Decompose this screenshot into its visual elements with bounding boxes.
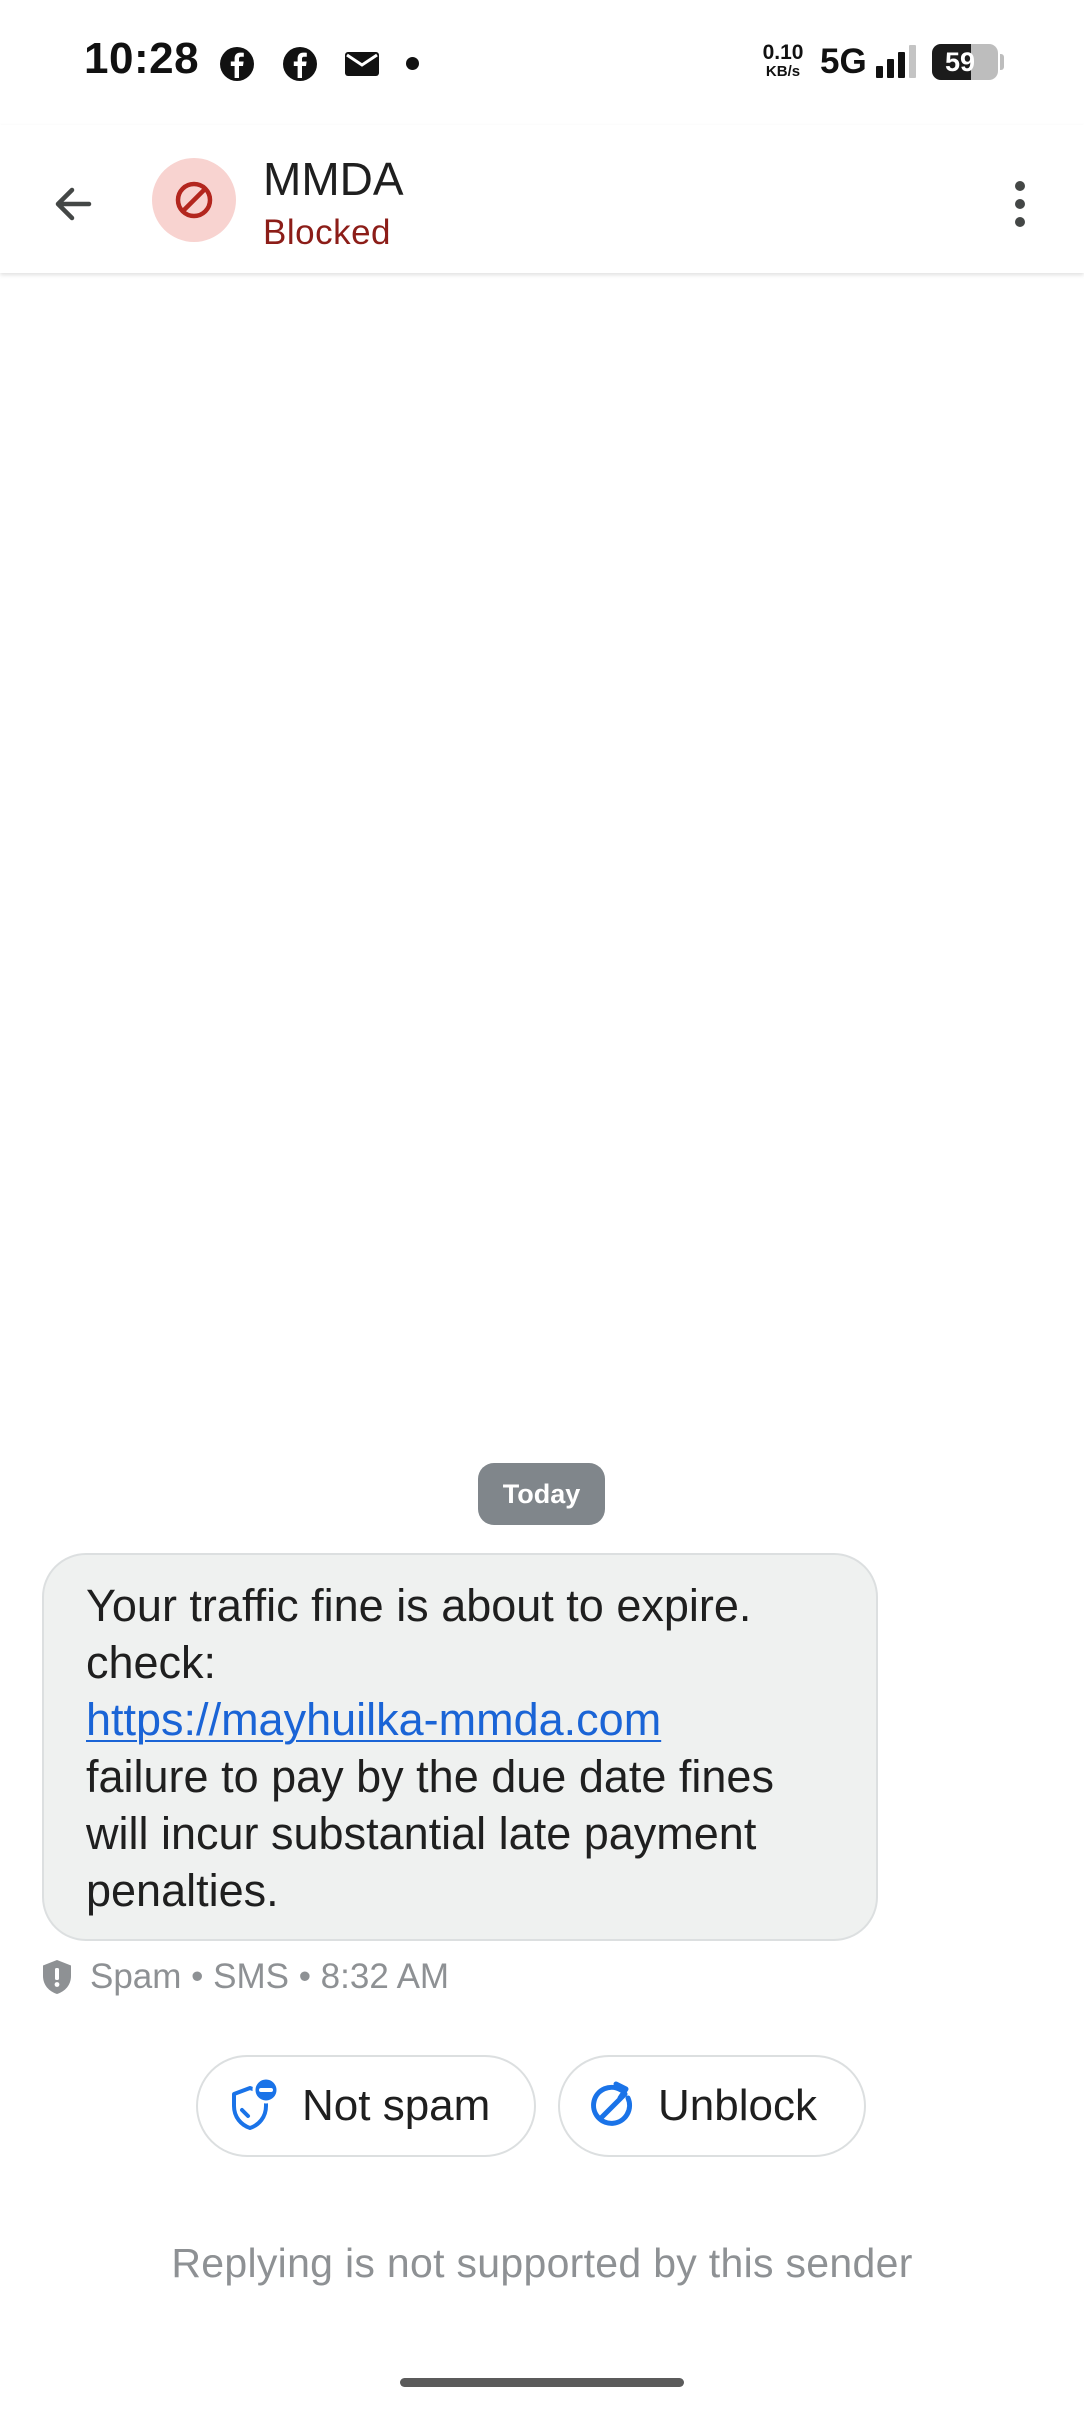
- message-text-after-link: failure to pay by the due date fines wil…: [86, 1751, 774, 1916]
- spam-shield-icon: [43, 1960, 71, 1994]
- avatar[interactable]: [152, 158, 236, 242]
- message-text-before-link: Your traffic fine is about to expire. ch…: [86, 1580, 752, 1688]
- network-speed-value: 0.10: [762, 41, 804, 64]
- unblock-icon: [591, 2081, 633, 2126]
- app-bar: MMDA Blocked: [0, 125, 1084, 273]
- signal-icon: [876, 45, 916, 78]
- status-bar: 10:28 0.10 KB/s 5G 59: [0, 0, 1084, 125]
- network-type: 5G: [820, 42, 867, 81]
- reply-not-supported-note: Replying is not supported by this sender: [171, 2240, 913, 2286]
- more-options-button[interactable]: [990, 169, 1050, 239]
- battery-tip: [1000, 54, 1004, 70]
- battery-level: 59: [944, 47, 976, 77]
- date-divider: Today: [478, 1463, 605, 1525]
- more-vert-icon: [1015, 181, 1025, 227]
- message-meta-text: Spam • SMS • 8:32 AM: [90, 1957, 450, 1996]
- message-text: Your traffic fine is about to expire. ch…: [86, 1577, 836, 1919]
- blocked-icon: [175, 181, 213, 219]
- contact-status: Blocked: [263, 213, 392, 252]
- unblock-button[interactable]: Unblock: [558, 2055, 866, 2157]
- arrow-back-icon: [55, 187, 92, 221]
- dot-icon: [406, 57, 419, 70]
- network-speed-unit: KB/s: [765, 63, 801, 80]
- home-indicator[interactable]: [400, 2378, 684, 2387]
- not-spam-label: Not spam: [302, 2081, 491, 2130]
- network-speed: 0.10 KB/s: [756, 42, 810, 79]
- facebook-icon: [220, 47, 254, 81]
- not-spam-button[interactable]: Not spam: [196, 2055, 536, 2157]
- unblock-label: Unblock: [658, 2081, 817, 2130]
- shield-minus-icon: [232, 2076, 280, 2130]
- facebook-icon: [283, 47, 317, 81]
- message-meta: Spam • SMS • 8:32 AM: [40, 1956, 449, 1998]
- contact-name[interactable]: MMDA: [263, 152, 404, 206]
- status-time: 10:28: [84, 34, 200, 83]
- back-button[interactable]: [38, 169, 108, 239]
- message-bubble[interactable]: Your traffic fine is about to expire. ch…: [42, 1553, 878, 1941]
- message-link[interactable]: https://mayhuilka-mmda.com: [86, 1694, 661, 1745]
- battery-icon: 59: [932, 44, 998, 80]
- mail-icon: [345, 52, 379, 76]
